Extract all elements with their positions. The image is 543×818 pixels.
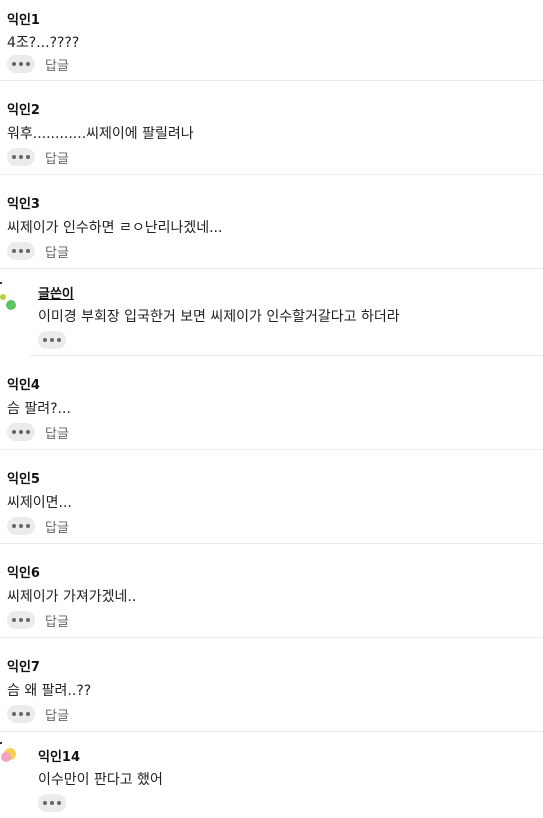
more-dots-icon bbox=[12, 155, 16, 159]
comment-text: 이수만이 판다고 했어 bbox=[38, 772, 163, 788]
more-options-button[interactable] bbox=[38, 331, 66, 349]
reply-button[interactable]: 답글 bbox=[45, 423, 69, 442]
reply-content: 글쓴이 이미경 부회장 입국한거 보면 씨제이가 인수할거갈다고 하더라 bbox=[30, 269, 543, 356]
comment-author: 익인14 bbox=[38, 750, 81, 765]
comment-actions: 답글 bbox=[7, 423, 69, 442]
comment-author: 익인5 bbox=[7, 472, 40, 487]
comment-item: 익인4 슴 팔려?... 답글 bbox=[0, 356, 543, 450]
comment-item: 익인6 씨제이가 가져가겠네.. 답글 bbox=[0, 544, 543, 638]
more-dots-icon bbox=[12, 62, 16, 66]
comment-text: 씨제이가 인수하면 ㄹㅇ난리나겠네... bbox=[7, 220, 223, 236]
reply-content: 익인14 이수만이 판다고 했어 bbox=[30, 732, 543, 818]
comment-text: 4조?...???? bbox=[7, 35, 80, 51]
comment-text: 씨제이면... bbox=[7, 495, 72, 511]
comment-author: 익인6 bbox=[7, 566, 40, 581]
reply-comment-item: 글쓴이 이미경 부회장 입국한거 보면 씨제이가 인수할거갈다고 하더라 bbox=[0, 269, 543, 356]
more-options-button[interactable] bbox=[7, 55, 35, 73]
reply-button[interactable]: 답글 bbox=[45, 55, 69, 74]
more-dots-icon bbox=[12, 249, 16, 253]
comment-list: 익인1 4조?...???? 답글 익인2 워후............씨제이에… bbox=[0, 0, 543, 818]
more-options-button[interactable] bbox=[7, 242, 35, 260]
more-dots-icon bbox=[12, 524, 16, 528]
comment-author: 익인1 bbox=[7, 13, 40, 28]
reply-button[interactable]: 답글 bbox=[45, 517, 69, 536]
more-options-button[interactable] bbox=[7, 611, 35, 629]
comment-text: 슴 팔려?... bbox=[7, 401, 71, 417]
reply-button[interactable]: 답글 bbox=[45, 242, 69, 261]
comment-author: 익인2 bbox=[7, 103, 40, 118]
more-options-button[interactable] bbox=[7, 705, 35, 723]
comment-author: 익인7 bbox=[7, 660, 40, 675]
comment-actions: 답글 bbox=[7, 517, 69, 536]
more-dots-icon bbox=[12, 618, 16, 622]
comment-text: 워후............씨제이에 팔릴려나 bbox=[7, 126, 194, 142]
comment-author[interactable]: 글쓴이 bbox=[38, 283, 74, 302]
comment-text: 슴 왜 팔려..?? bbox=[7, 683, 92, 699]
comment-actions bbox=[38, 331, 66, 349]
more-dots-icon bbox=[12, 712, 16, 716]
comment-actions: 답글 bbox=[7, 242, 69, 261]
comment-author: 익인3 bbox=[7, 197, 40, 212]
reply-button[interactable]: 답글 bbox=[45, 705, 69, 724]
comment-actions bbox=[38, 794, 66, 812]
more-dots-icon bbox=[43, 801, 47, 805]
more-options-button[interactable] bbox=[7, 423, 35, 441]
more-dots-icon bbox=[43, 338, 47, 342]
more-dots-icon bbox=[12, 430, 16, 434]
comment-actions: 답글 bbox=[7, 611, 69, 630]
comment-actions: 답글 bbox=[7, 148, 69, 167]
reply-button[interactable]: 답글 bbox=[45, 148, 69, 167]
comment-item: 익인5 씨제이면... 답글 bbox=[0, 450, 543, 544]
more-options-button[interactable] bbox=[38, 794, 66, 812]
comment-item: 익인7 슴 왜 팔려..?? 답글 bbox=[0, 638, 543, 732]
anonymous-avatar-icon bbox=[0, 742, 16, 762]
comment-actions: 답글 bbox=[7, 705, 69, 724]
anonymous-avatar-icon bbox=[0, 282, 16, 310]
comment-author: 익인4 bbox=[7, 378, 40, 393]
comment-item: 익인2 워후............씨제이에 팔릴려나 답글 bbox=[0, 81, 543, 175]
comment-text: 씨제이가 가져가겠네.. bbox=[7, 589, 137, 605]
comment-item: 익인3 씨제이가 인수하면 ㄹㅇ난리나겠네... 답글 bbox=[0, 175, 543, 269]
reply-comment-item: 익인14 이수만이 판다고 했어 bbox=[0, 732, 543, 818]
reply-button[interactable]: 답글 bbox=[45, 611, 69, 630]
more-options-button[interactable] bbox=[7, 148, 35, 166]
comment-actions: 답글 bbox=[7, 55, 69, 74]
comment-text: 이미경 부회장 입국한거 보면 씨제이가 인수할거갈다고 하더라 bbox=[38, 309, 400, 325]
comment-item: 익인1 4조?...???? 답글 bbox=[0, 0, 543, 81]
more-options-button[interactable] bbox=[7, 517, 35, 535]
